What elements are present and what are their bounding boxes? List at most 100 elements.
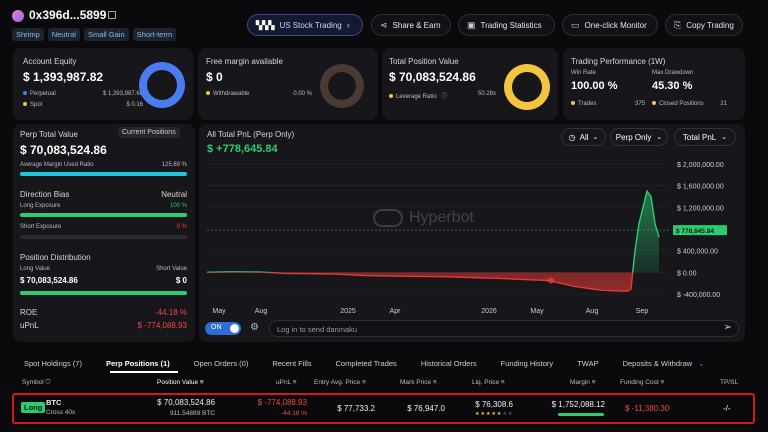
long-exposure-bar	[20, 213, 187, 217]
sort-icon: ≡	[660, 379, 665, 386]
x-tick-label: 2025	[340, 308, 356, 315]
perp-panel: Perp Total Value Current Positions $ 70,…	[13, 124, 195, 342]
x-tick-label: Aug	[586, 308, 599, 315]
current-value-label: $ 778,645.84	[676, 228, 714, 235]
col-upnl[interactable]: uPnL ≡	[276, 379, 297, 386]
statistics-icon: ▣	[467, 19, 476, 30]
tab-deposits-withdraw[interactable]: Deposits & Withdraw	[623, 359, 693, 368]
copy-icon[interactable]	[108, 11, 116, 19]
mark-price: $ 76,947.0	[407, 404, 445, 413]
col-tpsl: TP/SL	[720, 379, 739, 386]
share-earn-button[interactable]: ⋖ Share & Earn	[371, 14, 451, 36]
col-position-value[interactable]: Position Value ≡	[157, 379, 204, 386]
tab-recent-fills[interactable]: Recent Fills	[272, 359, 311, 368]
avatar	[12, 10, 24, 22]
y-tick-label: $ 2,000,000.00	[677, 162, 724, 169]
filter-pnl-dropdown[interactable]: Total PnL ⌄	[674, 128, 736, 146]
leverage-ratio-value: 50.28x	[477, 91, 496, 97]
free-margin-label: Free margin available	[206, 57, 283, 66]
upnl-percent: -44.18 %	[280, 410, 307, 417]
position-donut	[504, 64, 550, 110]
total-position-card: Total Position Value $ 70,083,524.86 Lev…	[382, 48, 558, 120]
free-margin-value: $ 0	[206, 70, 223, 84]
upnl-label: uPnL	[20, 321, 39, 330]
filter-perp-dropdown[interactable]: Perp Only ⌄	[610, 128, 668, 146]
long-exposure-value: 100 %	[169, 203, 187, 209]
total-position-label: Total Position Value	[389, 57, 459, 66]
short-exposure-bar	[20, 235, 187, 239]
margin-ratio-value: 125.69 %	[161, 162, 187, 168]
symbol[interactable]: BTC	[46, 398, 61, 407]
pnl-chart: $ 2,000,000.00 $ 1,600,000.00 $ 1,200,000.…	[206, 162, 727, 315]
y-tick-label: $ 0.00	[677, 270, 697, 277]
perp-total-value: $ 70,083,524.86	[20, 143, 107, 157]
x-tick-label: Aug	[255, 308, 268, 315]
sort-icon: ≡	[199, 379, 204, 386]
long-value: $ 70,083,524.86	[20, 276, 78, 285]
account-equity-label: Account Equity	[23, 57, 77, 66]
max-drawdown-value: 45.30 %	[652, 80, 693, 92]
tag-shrimp: Shrimp	[12, 28, 44, 41]
danmaku-input[interactable]: Log in to send danmaku ➢	[269, 320, 739, 337]
entry-price: $ 77,733.2	[337, 404, 375, 413]
logo-icon: ▚▚▚	[256, 20, 275, 30]
col-symbol[interactable]: Symbol ⛉	[22, 379, 50, 387]
perpetual-label: Perpetual	[30, 91, 56, 97]
short-exposure-label: Short Exposure	[20, 224, 62, 230]
copy-trading-icon: ⎘	[674, 19, 682, 30]
danmaku-toggle[interactable]: ON	[205, 322, 241, 335]
col-liq[interactable]: Liq. Price ≡	[472, 379, 505, 386]
tab-completed-trades[interactable]: Completed Trades	[336, 359, 397, 368]
share-icon: ⋖	[380, 19, 388, 30]
short-exposure-value: 0 %	[176, 224, 187, 230]
tag-neutral: Neutral	[47, 28, 80, 41]
sort-icon: ≡	[500, 379, 505, 386]
position-value: $ 70,083,524.86	[157, 398, 215, 407]
tab-perp-positions[interactable]: Perp Positions (1)	[106, 359, 170, 368]
trades-label: Trades	[578, 101, 597, 107]
equity-donut	[139, 62, 185, 108]
copy-trading-button[interactable]: ⎘ Copy Trading	[665, 14, 743, 36]
col-mark[interactable]: Mark Price ≡	[400, 379, 437, 386]
tab-spot-holdings[interactable]: Spot Holdings (7)	[24, 359, 82, 368]
position-distribution-bar	[20, 291, 187, 295]
trading-statistics-button[interactable]: ▣ Trading Statistics	[458, 14, 555, 36]
col-margin[interactable]: Margin ≡	[570, 379, 595, 386]
liq-risk-stars: ★★★★★★★	[475, 411, 514, 417]
col-funding[interactable]: Funding Cost ≡	[620, 379, 664, 386]
current-positions-button[interactable]: Current Positions	[118, 127, 180, 138]
y-tick-label: $ 400,000.00	[677, 249, 718, 256]
long-exposure-label: Long Exposure	[20, 203, 61, 209]
win-rate-label: Win Rate	[571, 70, 596, 76]
danmaku-settings-icon[interactable]: ⚙	[250, 322, 259, 333]
x-tick-label: Apr	[390, 308, 402, 315]
closed-positions-value: 21	[720, 101, 727, 107]
sort-icon: ≡	[591, 379, 596, 386]
tag-short-term: Short-term	[132, 28, 177, 41]
liq-price: $ 76,308.6	[475, 400, 513, 409]
one-click-monitor-button[interactable]: ▭ One-click Monitor	[562, 14, 658, 36]
filter-icon: ⛉	[45, 379, 51, 386]
filter-all-dropdown[interactable]: ◷ All ⌄	[561, 128, 606, 146]
margin-ratio-bar	[20, 172, 187, 176]
wallet-address: 0x396d...5899	[29, 8, 107, 22]
chevron-down-icon: ⌄	[656, 134, 663, 141]
tab-twap[interactable]: TWAP	[577, 359, 598, 368]
account-equity-value: $ 1,393,987.82	[23, 70, 104, 84]
margin-value: $ 1,752,088.12	[551, 400, 605, 409]
send-icon[interactable]: ➢	[724, 322, 732, 333]
direction-bias-label: Direction Bias	[20, 190, 70, 199]
direction-bias-value: Neutral	[161, 190, 187, 199]
chevron-down-icon: ⌄	[721, 134, 728, 141]
margin-donut	[320, 64, 364, 108]
chevron-down-icon[interactable]: ⌄	[698, 359, 704, 368]
tab-open-orders[interactable]: Open Orders (0)	[194, 359, 249, 368]
col-entry[interactable]: Entry Avg. Price ≡	[314, 379, 366, 386]
perp-total-value-label: Perp Total Value	[20, 130, 78, 139]
tab-historical-orders[interactable]: Historical Orders	[421, 359, 477, 368]
us-stock-trading-button[interactable]: ▚▚▚ US Stock Trading ›	[247, 14, 363, 36]
clock-icon: ◷	[568, 132, 576, 142]
tab-funding-history[interactable]: Funding History	[501, 359, 554, 368]
win-rate-value: 100.00 %	[571, 80, 618, 92]
chevron-down-icon: ⌄	[592, 134, 599, 141]
